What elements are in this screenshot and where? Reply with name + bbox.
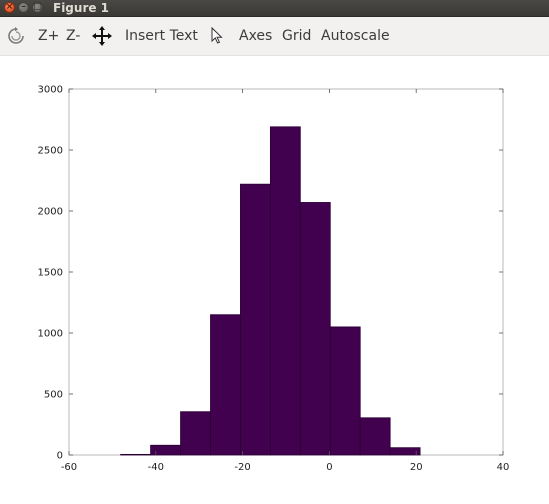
- cursor-arrow-icon: [211, 26, 223, 44]
- x-tick-label-1: -40: [148, 462, 164, 473]
- maximize-window-button[interactable]: □: [32, 2, 43, 13]
- y-tick-label-0: 0: [57, 451, 63, 462]
- x-tick-label-4: 20: [410, 462, 423, 473]
- select-button[interactable]: [208, 26, 228, 46]
- x-tick-label-3: 0: [326, 462, 332, 473]
- window-title: Figure 1: [53, 1, 110, 15]
- histogram-bar-4: [240, 183, 271, 456]
- histogram-bar-5: [269, 126, 301, 456]
- grid-button[interactable]: Grid: [282, 26, 311, 46]
- y-tick-label-1: 500: [44, 390, 63, 401]
- y-tick-label-5: 2500: [38, 146, 63, 157]
- maximize-icon: □: [33, 2, 42, 12]
- minimize-icon: –: [21, 2, 26, 12]
- plot-area: -60 -40 -20 0 20 40 0 500 1000 1500 2000 2500 3000: [0, 56, 549, 504]
- close-icon: ×: [5, 2, 14, 12]
- pan-button[interactable]: [92, 26, 112, 46]
- histogram-bar-8: [359, 417, 391, 456]
- histogram-chart[interactable]: -60 -40 -20 0 20 40 0 500 1000 1500 2000 2500 3000: [0, 56, 549, 504]
- y-tick-label-3: 1500: [38, 268, 63, 279]
- histogram-bar-6: [299, 202, 331, 456]
- y-tick-label-2: 1000: [38, 329, 63, 340]
- minimize-window-button[interactable]: –: [18, 2, 29, 13]
- histogram-bar-2: [180, 411, 211, 456]
- x-tick-label-5: 40: [497, 462, 510, 473]
- autoscale-button[interactable]: Autoscale: [321, 26, 390, 46]
- figure-toolbar: Z+ Z- Insert Text Axes Grid Autoscale: [0, 17, 549, 56]
- histogram-bar-9: [389, 447, 421, 456]
- window-titlebar: × – □ Figure 1: [0, 0, 549, 17]
- y-tick-label-4: 2000: [38, 207, 63, 218]
- histogram-bar-7: [329, 326, 361, 456]
- insert-text-button[interactable]: Insert Text: [125, 26, 198, 46]
- move-arrows-icon: [92, 26, 112, 46]
- rotate-icon: [8, 27, 24, 44]
- y-tick-label-6: 3000: [38, 85, 63, 96]
- histogram-bar-1: [150, 444, 181, 456]
- histogram-bar-3: [210, 314, 241, 456]
- x-tick-label-0: -60: [61, 462, 77, 473]
- zoom-in-button[interactable]: Z+: [38, 26, 59, 46]
- rotate-button[interactable]: [6, 26, 26, 46]
- zoom-out-button[interactable]: Z-: [66, 26, 80, 46]
- histogram-bar-0: [120, 453, 151, 456]
- x-tick-label-2: -20: [234, 462, 250, 473]
- axes-button[interactable]: Axes: [239, 26, 272, 46]
- close-window-button[interactable]: ×: [4, 2, 15, 13]
